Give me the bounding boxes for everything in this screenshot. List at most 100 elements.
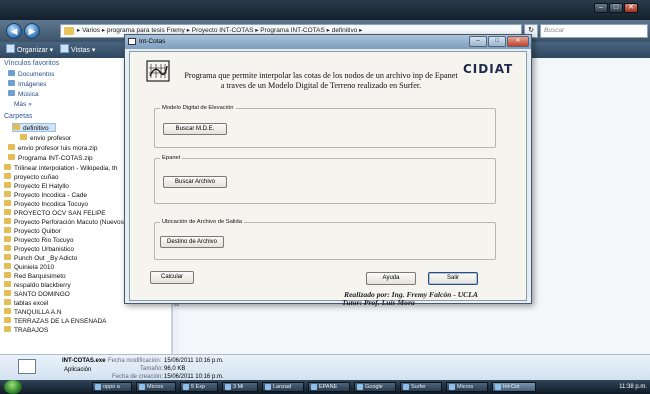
destino-archivo-button[interactable]: Destino de Archivo [160,236,224,248]
taskbar-item[interactable]: Lanzad [262,382,304,392]
search-input[interactable]: Buscar [540,24,648,38]
images-icon [8,80,15,86]
list-item[interactable]: respaldo blackberry [4,281,71,290]
taskbar: oppo a Micros 5 Exp 3 Mi Lanzad EPANE Go… [0,380,650,394]
close-button[interactable]: ✕ [624,3,638,13]
folder-item-definitivo[interactable]: definitivo [12,123,56,132]
views-button[interactable]: Vistas ▾ [60,44,95,57]
int-cotas-dialog: Int-Cotas – □ ✕ Programa que permite int… [124,34,532,304]
taskbar-item[interactable]: Micros [446,382,488,392]
buscar-archivo-button[interactable]: Buscar Archivo [163,176,227,188]
taskbar-item[interactable]: oppo a [92,382,132,392]
program-description: Programa que permite interpolar las cota… [180,71,462,91]
forward-icon[interactable]: ▶ [24,23,40,39]
music-icon [8,90,15,96]
taskbar-item-active[interactable]: Int-Cot [492,382,536,392]
folder-icon [4,209,11,215]
organize-button[interactable]: Organizar ▾ [6,44,53,57]
list-item-label: tablas excel [14,300,49,307]
list-item[interactable]: Quiniela 2010 [4,263,54,272]
list-item[interactable]: Proyecto Quibor [4,227,61,236]
favorite-music[interactable]: Música [8,90,39,99]
list-item[interactable]: Proyecto Incodica Tocuyo [4,200,88,209]
taskbar-item[interactable]: 5 Exp [180,382,218,392]
group-label-mde: Modelo Digital de Elevación [160,104,236,112]
list-item[interactable]: TRABAJOS [4,326,48,335]
list-item-label: Proyecto Perforación Macuto (Nuevos [14,219,124,226]
minimize-button[interactable]: – [594,3,608,13]
zip-icon [8,154,15,160]
folder-icon [13,124,20,130]
application-icon [18,359,36,374]
list-item[interactable]: Proyecto Urbanistico [4,245,74,254]
window-title-bar: – □ ✕ [0,0,650,20]
map-grid-icon [146,60,170,82]
taskbar-item[interactable]: Google [354,382,396,392]
list-item[interactable]: SANTO DOMINGO [4,290,70,299]
list-item-label: Proyecto Quibor [14,228,61,235]
list-item[interactable]: Proyecto Perforación Macuto (Nuevos [4,218,124,227]
folder-icon [4,254,11,260]
list-item-label: Punch Out _By Adicto [14,255,78,262]
dialog-title-bar: Int-Cotas – □ ✕ [125,35,531,49]
maximize-button[interactable]: □ [609,3,623,13]
favorite-label: Música [18,91,39,98]
folder-item-envio-profesor[interactable]: envio profesor [20,134,71,143]
taskbar-item[interactable]: EPANE [308,382,350,392]
list-item-label: Quiniela 2010 [14,264,55,271]
list-item[interactable]: Proyecto El Hatyllo [4,182,69,191]
list-item-label: SANTO DOMINGO [14,291,70,298]
favorites-header: Vínculos favoritos [4,60,60,67]
list-item[interactable]: Proyecto Incodica - Cade [4,191,87,200]
list-item-label: Proyecto El Hatyllo [14,183,69,190]
list-item-label: Proyecto Incodica Tocuyo [14,201,88,208]
folder-icon [4,299,11,305]
list-item[interactable]: tablas excel [4,299,48,308]
ayuda-button[interactable]: Ayuda [366,272,416,285]
taskbar-item[interactable]: 3 Mi [222,382,258,392]
cidiat-logo: CIDIAT [463,62,514,76]
list-item[interactable]: Red Barquisimeto [4,272,66,281]
salir-button[interactable]: Salir [428,272,478,285]
taskbar-item[interactable]: Surfer [400,382,442,392]
favorite-documents[interactable]: Documentos [8,70,55,79]
search-placeholder: Buscar [544,27,565,34]
folder-icon [4,317,11,323]
start-button[interactable] [4,380,22,394]
group-label-salida: Ubicación de Archivo de Salida [160,218,244,226]
dialog-close-button[interactable]: ✕ [507,36,529,47]
group-modelo-digital: Modelo Digital de Elevación Buscar M.D.E… [154,104,496,148]
folder-icon [4,173,11,179]
dialog-minimize-button[interactable]: – [469,36,487,47]
list-item[interactable]: TANQUILLA A.N [4,308,62,317]
list-item[interactable]: proyecto cuñao [4,173,58,182]
list-item-label: PROYECTO OCV SAN FELIPE [14,210,106,217]
group-epanet: Epanet Buscar Archivo [154,154,496,204]
buscar-mde-button[interactable]: Buscar M.D.E. [163,123,227,135]
views-label: Vistas ▾ [71,47,96,54]
list-item[interactable]: Proyecto Rio Tocuyo [4,236,74,245]
taskbar-item[interactable]: Micros [136,382,176,392]
favorite-images[interactable]: Imágenes [8,80,47,89]
details-type: Aplicación [64,367,92,373]
more-link[interactable]: Más » [14,100,32,109]
list-item[interactable]: TERRAZAS DE LA ENSENADA [4,317,106,326]
list-item[interactable]: Punch Out _By Adicto [4,254,77,263]
dialog-maximize-button[interactable]: □ [488,36,506,47]
back-icon[interactable]: ◀ [6,23,22,39]
details-size-label: Tamaño: [140,366,164,372]
folder-item-programa-zip[interactable]: Programa INT-COTAS.zip [8,154,93,163]
details-filename: INT-COTAS.exe [62,358,106,364]
list-item[interactable]: PROYECTO OCV SAN FELIPE [4,209,106,218]
folder-icon [4,218,11,224]
folder-item-envio-zip[interactable]: envio profesor luis mora.zip [8,144,97,153]
folder-icon [4,236,11,242]
list-item-label: Proyecto Urbanistico [14,246,74,253]
details-mod-value: 15/06/2011 10:16 p.m. [164,358,224,364]
app-window-icon [128,38,136,45]
folder-icon [20,134,27,140]
details-size-value: 96,0 KB [164,366,186,372]
calcular-button[interactable]: Calcular [150,271,194,284]
list-item-label: TRABAJOS [14,327,49,334]
list-item-label: TERRAZAS DE LA ENSENADA [14,318,107,325]
